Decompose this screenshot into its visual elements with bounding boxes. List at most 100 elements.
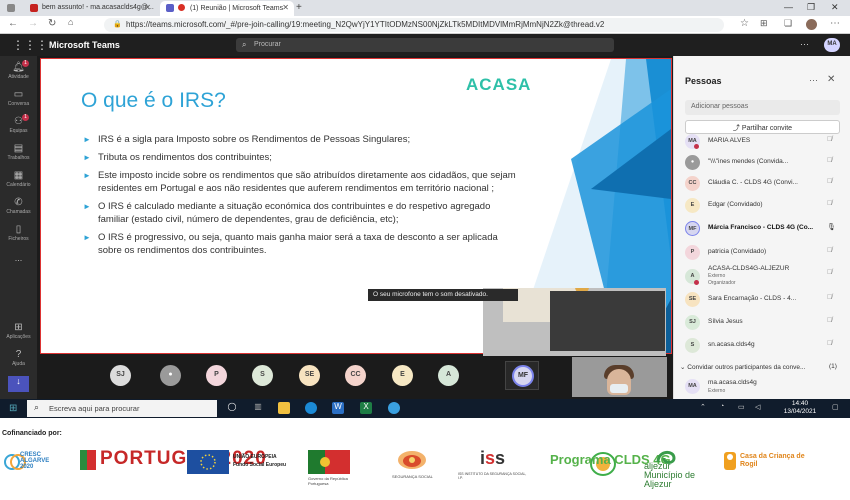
back-icon[interactable]: ← — [8, 18, 18, 29]
browser-icon[interactable] — [388, 402, 400, 414]
mic-off-icon: 🎙̸ — [827, 136, 833, 143]
avatar-initials: CC — [688, 180, 697, 186]
avatar-initials: P — [690, 249, 695, 255]
add-people-input[interactable]: Adicionar pessoas — [685, 100, 840, 115]
rail-teams[interactable]: ⚇ Equipas — [0, 116, 37, 134]
widgets-icon[interactable]: ▥ — [252, 402, 264, 414]
participant-avatar[interactable]: ● — [160, 365, 181, 386]
browser-tab-pinned[interactable] — [2, 1, 20, 16]
word-icon[interactable]: W — [332, 402, 344, 414]
app-launcher-icon[interactable]: ⋮⋮⋮ — [12, 38, 48, 52]
tab-close-icon[interactable]: ✕ — [282, 3, 289, 12]
tab-close-icon[interactable]: ✕ — [144, 3, 151, 12]
rail-calls[interactable]: ✆ Chamadas — [0, 197, 37, 215]
tray-network-icon[interactable]: ◔ — [720, 403, 724, 410]
rail-chat[interactable]: ▭ Conversa — [0, 89, 37, 107]
add-people-placeholder: Adicionar pessoas — [691, 103, 749, 110]
new-tab-icon[interactable]: + — [296, 2, 302, 13]
participant-avatar[interactable]: SE — [299, 365, 320, 386]
participant-row[interactable]: ● "\\\"ines mendes (Convida... 🎙̸ — [674, 152, 850, 174]
clock-date: 13/04/2021 — [783, 408, 817, 415]
taskbar-search-input[interactable]: ⌕ Escreva aqui para procurar — [27, 400, 217, 417]
mic-off-icon: 🎙̸ — [827, 247, 833, 254]
rail-help[interactable]: ? Ajuda — [0, 349, 37, 367]
cofinanced-label: Cofinanciado por: — [2, 430, 62, 437]
participant-row-organizer[interactable]: A ACASA-CLDS4G-ALJEZUR Externo Organizad… — [674, 262, 850, 292]
participant-name: Edgar (Convidado) — [708, 201, 763, 208]
windows-start-icon[interactable]: ⊞ — [9, 403, 20, 414]
taskbar-search-placeholder: Escreva aqui para procurar — [49, 404, 140, 413]
task-view-icon[interactable]: ◯ — [226, 402, 238, 414]
panel-close-icon[interactable]: ✕ — [827, 74, 835, 85]
participant-row[interactable]: E Edgar (Convidado) 🎙̸ — [674, 195, 850, 217]
rail-label: Ajuda — [12, 361, 25, 367]
tray-speaker-icon[interactable]: ◁ — [755, 403, 760, 411]
participant-row[interactable]: MA MARIA ALVES 🎙̸ — [674, 131, 850, 153]
participant-row[interactable]: P patricia (Convidado) 🎙̸ — [674, 242, 850, 264]
excel-icon[interactable]: X — [360, 402, 372, 414]
rail-activity[interactable]: 🔔︎ Atividade — [0, 62, 37, 80]
participant-row[interactable]: SJ Sílvia Jesus 🎙̸ — [674, 312, 850, 334]
rail-assignments[interactable]: ▤ Trabalhos — [0, 143, 37, 161]
participant-row[interactable]: SE Sara Encarnação - CLDS - 4... 🎙̸ — [674, 289, 850, 311]
participant-avatar[interactable]: CC — [345, 365, 366, 386]
acasa-logo-text: ACASA — [466, 75, 532, 94]
search-input[interactable]: ⌕ Procurar — [236, 38, 614, 52]
notification-icon[interactable]: ▢ — [832, 403, 839, 411]
participant-row[interactable]: S sn.acasa.clds4g 🎙̸ — [674, 335, 850, 357]
window-close-icon[interactable]: ✕ — [831, 2, 839, 13]
participant-avatar[interactable]: A — [438, 365, 459, 386]
active-speaker-tile[interactable]: MF — [505, 361, 539, 390]
phone-icon: ✆ — [14, 197, 23, 208]
avatar-initials: E — [690, 202, 695, 208]
avatar-initials: P — [214, 371, 219, 378]
address-bar: ← → ↻ ⌂ 🔒 https://teams.microsoft.com/_#… — [0, 16, 850, 34]
participant-avatar[interactable]: P — [206, 365, 227, 386]
browser-menu-icon[interactable]: ⋯ — [830, 18, 840, 29]
minimize-icon[interactable]: — — [784, 2, 793, 12]
url-input[interactable]: 🔒 https://teams.microsoft.com/_#/pre-joi… — [104, 18, 724, 32]
tray-monitor-icon[interactable]: ▭ — [738, 403, 745, 411]
invite-others-toggle[interactable]: ⌄ Convidar outros participantes da conve… — [680, 363, 805, 371]
participant-avatar[interactable]: SJ — [110, 365, 131, 386]
invitee-row[interactable]: MA ma.acasa.clds4g Externo — [674, 376, 850, 398]
maximize-icon[interactable]: ❐ — [807, 2, 815, 13]
windows-taskbar: ⊞ ⌕ Escreva aqui para procurar ◯ ▥ W X ⌃… — [0, 399, 850, 418]
rail-files[interactable]: ▯ Ficheiros — [0, 224, 37, 242]
rail-more[interactable]: ... — [0, 253, 37, 263]
browser-tab-email[interactable]: bem assunto! - ma.acasaclds4g@... ✕ — [24, 1, 156, 16]
extensions-icon[interactable]: ⊞ — [760, 18, 768, 29]
rail-apps[interactable]: ⊞ Aplicações — [0, 322, 37, 340]
tray-chevron-icon[interactable]: ⌃ — [700, 403, 706, 411]
edge-icon[interactable] — [305, 402, 317, 414]
user-avatar[interactable]: MA — [824, 38, 840, 52]
slide-bullet: IRS é a sigla para Imposto sobre os Rend… — [83, 133, 523, 146]
forward-icon[interactable]: → — [28, 18, 38, 29]
casa-crianca-mark — [724, 452, 736, 470]
participant-avatar[interactable]: E — [392, 365, 413, 386]
participant-row-presenter[interactable]: MF Márcia Francisco - CLDS 4G (Co... 🎙 — [674, 218, 850, 240]
teams-icon — [166, 4, 174, 12]
participant-tag-external: Externo — [708, 273, 726, 279]
file-explorer-icon[interactable] — [278, 402, 290, 414]
participant-row[interactable]: CC Cláudia C. - CLDS 4G (Convi... 🎙̸ — [674, 173, 850, 195]
collections-icon[interactable]: ❏ — [784, 18, 792, 29]
rail-calendar[interactable]: ▦ Calendário — [0, 170, 37, 188]
more-options-icon[interactable]: ··· — [800, 39, 809, 49]
star-icon[interactable]: ☆ — [740, 18, 749, 29]
participant-avatar[interactable]: S — [252, 365, 273, 386]
panel-more-icon[interactable]: ··· — [809, 75, 818, 85]
avatar: CC — [685, 176, 700, 191]
home-icon[interactable]: ⌂ — [68, 17, 73, 27]
aljezur-text: aljezur Município de Aljezur — [644, 461, 696, 489]
profile-icon[interactable] — [806, 19, 817, 30]
cresc-algarve-logo: CRESC ALGARVE 2020 — [2, 448, 62, 481]
avatar-initials: A — [445, 371, 452, 378]
download-icon[interactable]: ↓ — [8, 376, 29, 392]
camera-tile[interactable] — [572, 357, 667, 397]
taskbar-clock[interactable]: 14:40 13/04/2021 — [778, 400, 822, 416]
browser-tab-teams[interactable]: (1) Reunião | Microsoft Teams ✕ — [160, 1, 294, 16]
reload-icon[interactable]: ↻ — [48, 18, 56, 29]
mic-off-icon: 🎙̸ — [827, 340, 833, 347]
status-dot — [694, 280, 699, 285]
